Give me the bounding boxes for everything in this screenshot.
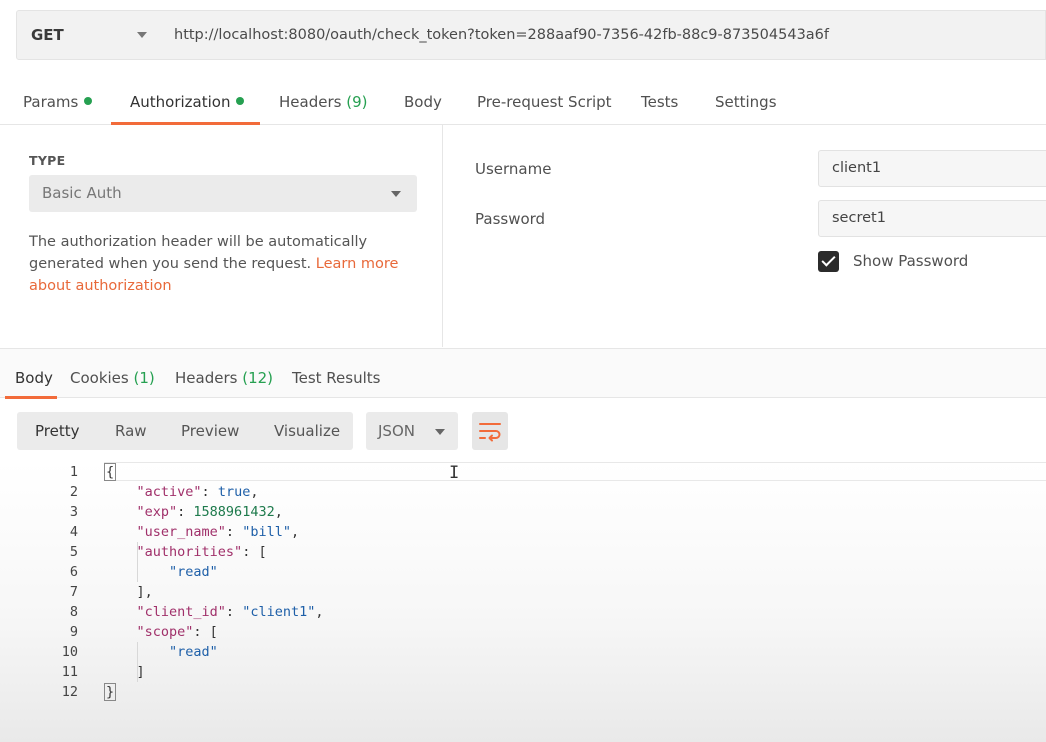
code-line: ] — [104, 664, 145, 680]
username-label: Username — [475, 160, 552, 178]
tab-label: Authorization — [130, 93, 231, 111]
tab-tests[interactable]: Tests — [641, 80, 678, 125]
tab-count: (9) — [346, 93, 368, 111]
show-password-checkbox[interactable] — [818, 251, 839, 272]
password-label: Password — [475, 210, 546, 228]
code-line: { — [104, 463, 117, 481]
auth-type-panel: TYPE Basic Auth The authorization header… — [0, 125, 443, 347]
chevron-down-icon — [137, 32, 147, 38]
line-number: 8 — [69, 604, 78, 620]
text-cursor-icon: I — [449, 463, 460, 483]
line-number: 11 — [61, 664, 78, 680]
request-bar: GET http://localhost:8080/oauth/check_to… — [0, 0, 1046, 73]
tab-test-results[interactable]: Test Results — [292, 349, 380, 398]
auth-type-select[interactable]: Basic Auth — [29, 175, 417, 212]
tab-label: Test Results — [292, 369, 381, 387]
chevron-down-icon — [391, 191, 401, 197]
code-line: "exp": 1588961432, — [136, 504, 283, 520]
tab-cookies[interactable]: Cookies (1) — [70, 349, 155, 398]
tab-pre-request-script[interactable]: Pre-request Script — [477, 80, 612, 125]
status-dot — [236, 97, 245, 105]
line-number: 7 — [69, 584, 78, 600]
active-line-highlight — [104, 462, 1046, 481]
pretty-button[interactable]: Pretty — [35, 412, 80, 450]
code-line: "client_id": "client1", — [136, 604, 324, 620]
code-line: "read" — [169, 564, 218, 580]
auth-type-value: Basic Auth — [42, 184, 122, 202]
tab-label: Body — [15, 369, 53, 387]
line-number: 1 — [69, 464, 78, 480]
tab-label: Pre-request Script — [477, 93, 612, 111]
method-label: GET — [31, 26, 64, 44]
code-line: "scope": [ — [136, 624, 218, 640]
line-number: 12 — [61, 684, 78, 700]
code-line: "active": true, — [136, 484, 259, 500]
line-number: 5 — [69, 544, 78, 560]
tab-response-headers[interactable]: Headers (12) — [175, 349, 273, 398]
tab-label: Headers — [175, 369, 238, 387]
auth-description: The authorization header will be automat… — [29, 231, 419, 297]
tab-label: Headers — [279, 93, 342, 111]
tab-label: Tests — [641, 93, 679, 111]
show-password-label[interactable]: Show Password — [853, 252, 968, 270]
wrap-lines-icon — [479, 423, 501, 442]
username-field[interactable]: client1 — [818, 150, 1046, 187]
tab-response-body[interactable]: Body — [5, 349, 57, 399]
line-number: 9 — [69, 624, 78, 640]
tab-label: Settings — [715, 93, 777, 111]
line-number: 6 — [69, 564, 78, 580]
format-value: JSON — [378, 422, 415, 440]
tab-body[interactable]: Body — [404, 80, 442, 125]
method-select[interactable]: GET — [16, 10, 162, 60]
code-line: "authorities": [ — [136, 544, 267, 560]
tab-params[interactable]: Params — [23, 80, 93, 125]
tab-count: (1) — [133, 369, 155, 387]
response-tabs: Body Cookies (1) Headers (12) Test Resul… — [0, 348, 1046, 399]
type-label: TYPE — [29, 153, 66, 168]
request-tabs: Params Authorization Headers (9) Body Pr… — [0, 80, 1046, 125]
status-dot — [84, 97, 93, 105]
response-editor[interactable]: 1 2 3 4 5 6 7 8 9 10 11 12 { "active": t… — [0, 462, 1046, 742]
line-number: 3 — [69, 504, 78, 520]
visualize-button[interactable]: Visualize — [274, 412, 340, 450]
tab-label: Body — [404, 93, 442, 111]
password-field[interactable]: secret1 — [818, 200, 1046, 237]
tab-authorization[interactable]: Authorization — [110, 80, 262, 125]
url-input[interactable]: http://localhost:8080/oauth/check_token?… — [161, 10, 1046, 60]
format-select[interactable]: JSON — [366, 412, 458, 450]
code-line: } — [104, 683, 117, 701]
code-line: "user_name": "bill", — [136, 524, 300, 540]
code-line: "read" — [169, 644, 218, 660]
tab-label: Params — [23, 93, 79, 111]
tab-label: Cookies — [70, 369, 129, 387]
line-number: 4 — [69, 524, 78, 540]
code-line: ], — [104, 584, 153, 600]
line-number: 2 — [69, 484, 78, 500]
preview-button[interactable]: Preview — [181, 412, 239, 450]
line-number: 10 — [61, 644, 78, 660]
tab-settings[interactable]: Settings — [715, 80, 777, 125]
auth-credentials-panel: Username client1 Password secret1 Show P… — [444, 125, 1046, 347]
tab-headers[interactable]: Headers (9) — [279, 80, 367, 125]
chevron-down-icon — [435, 429, 445, 435]
view-mode-group: Pretty Raw Preview Visualize — [17, 412, 353, 450]
tab-count: (12) — [242, 369, 274, 387]
raw-button[interactable]: Raw — [115, 412, 147, 450]
wrap-lines-button[interactable] — [472, 412, 508, 450]
